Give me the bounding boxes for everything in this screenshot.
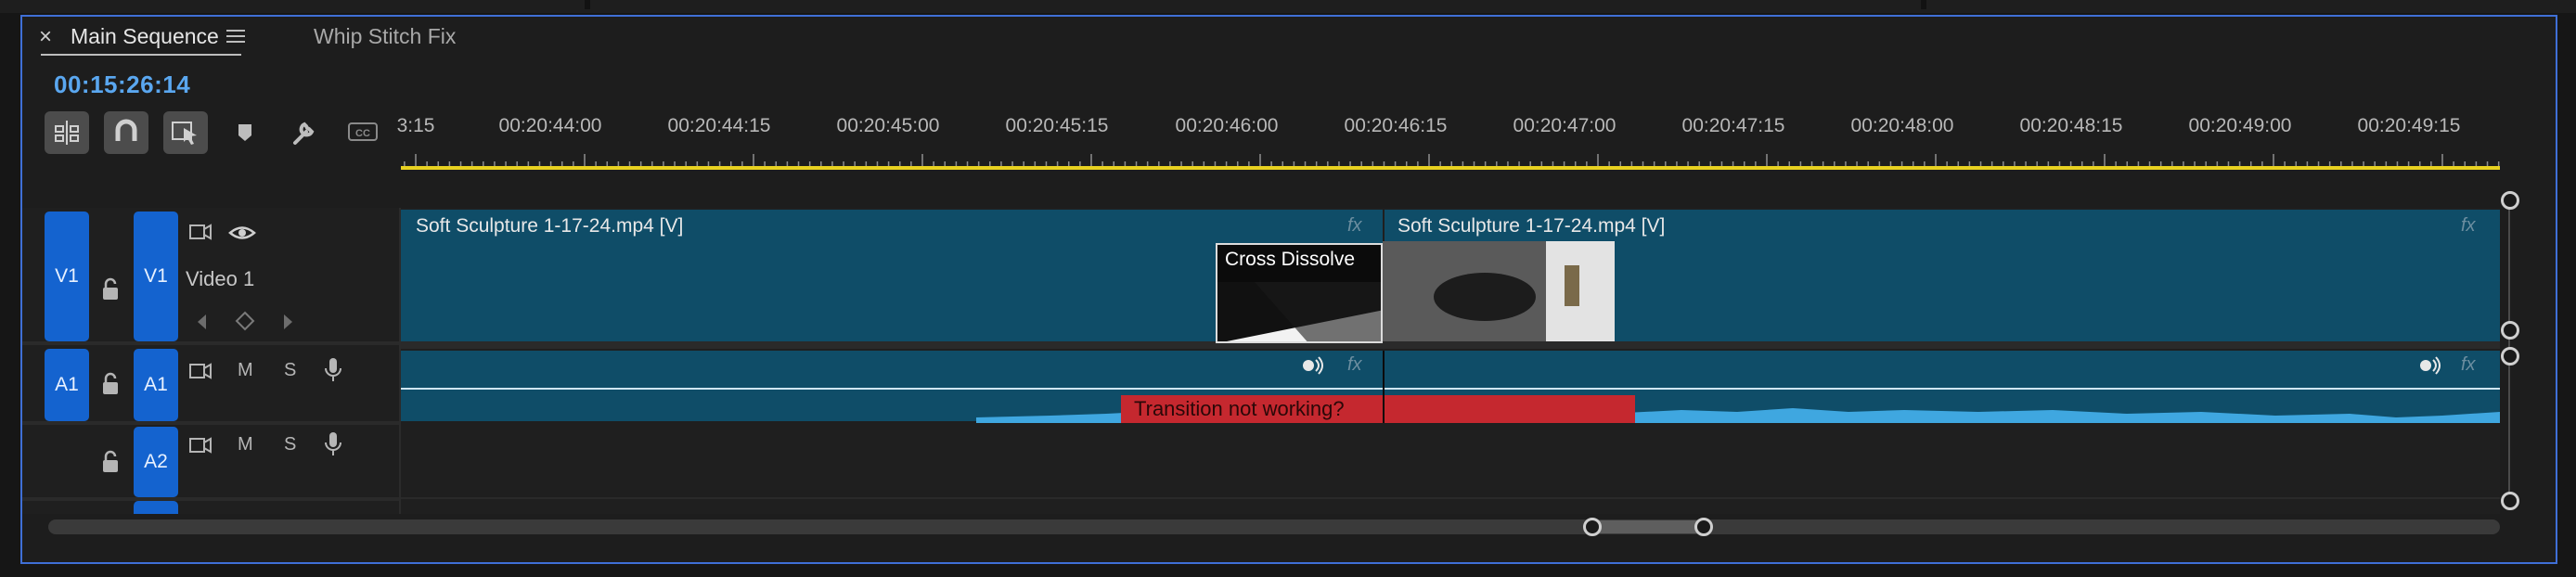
work-area-bar[interactable] — [401, 166, 2500, 170]
fx-badge-icon[interactable]: fx — [2461, 354, 2476, 376]
ruler-label: 00:20:48:00 — [1850, 115, 1954, 136]
ruler-label: 00:20:45:15 — [1005, 115, 1109, 136]
zoom-scroll-thumb[interactable] — [1592, 520, 1706, 533]
zoom-handle-left-icon[interactable] — [1583, 518, 1602, 536]
linked-selection-button[interactable] — [163, 111, 208, 154]
track-target-a2[interactable]: A2 — [134, 427, 178, 497]
mute-track-button[interactable]: M — [238, 434, 253, 455]
audio-effect-icon[interactable] — [2418, 356, 2442, 375]
insert-sequence-nested-icon — [45, 111, 89, 169]
wrench-settings-icon[interactable] — [288, 117, 319, 148]
playhead-timecode[interactable]: 00:15:26:14 — [54, 71, 190, 99]
track-target-v1[interactable]: V1 — [134, 212, 178, 341]
fx-badge-icon[interactable]: fx — [2461, 215, 2476, 237]
track-divider — [401, 341, 2500, 349]
panel-menu-icon[interactable] — [226, 26, 245, 46]
ruler-label: 3:15 — [396, 115, 435, 136]
track-target-a3[interactable] — [134, 501, 178, 514]
annotation-text: Transition not working? — [1134, 397, 1345, 420]
ruler-label: 00:20:44:00 — [498, 115, 602, 136]
track-divider — [401, 497, 2500, 499]
source-patch-v1[interactable]: V1 — [45, 212, 89, 341]
top-panel-strip — [0, 0, 2576, 13]
add-marker-icon[interactable] — [234, 119, 256, 147]
track-divider[interactable] — [22, 421, 401, 425]
vertical-scrollbar[interactable] — [2508, 193, 2510, 499]
clip-name: Soft Sculpture 1-17-24.mp4 [V] — [1397, 215, 1666, 237]
transition-label: Cross Dissolve — [1225, 249, 1356, 270]
track-target-a1[interactable]: A1 — [134, 349, 178, 421]
track-divider[interactable] — [22, 341, 401, 345]
time-ruler[interactable]: 3:15 00:20:44:00 00:20:44:15 00:20:45:00… — [397, 115, 2500, 143]
mute-track-button[interactable]: M — [238, 360, 253, 381]
panel-divider[interactable] — [1921, 0, 1926, 9]
source-patch-a1[interactable]: A1 — [45, 349, 89, 421]
captions-icon[interactable]: CC — [347, 121, 379, 143]
zoom-handle-right-icon[interactable] — [1694, 518, 1713, 536]
track-lock-icon[interactable] — [100, 449, 121, 475]
add-keyframe-icon[interactable] — [234, 310, 256, 332]
scroll-handle-icon[interactable] — [2501, 191, 2519, 210]
clip-thumbnail — [1383, 241, 1615, 341]
track-lock-icon[interactable] — [100, 371, 121, 397]
fx-badge-icon[interactable]: fx — [1347, 215, 1362, 237]
ruler-label: 00:20:46:00 — [1175, 115, 1279, 136]
tab-main-sequence[interactable]: Main Sequence — [71, 24, 219, 49]
solo-track-button[interactable]: S — [284, 434, 296, 455]
linked-selection-icon — [163, 111, 208, 169]
ruler-label: 00:20:49:00 — [2188, 115, 2292, 136]
close-tab-icon[interactable]: × — [39, 24, 52, 50]
voice-over-record-icon[interactable] — [323, 430, 343, 458]
solo-track-button[interactable]: S — [284, 360, 296, 381]
ruler-label: 00:20:47:15 — [1681, 115, 1785, 136]
toggle-track-output-eye-icon[interactable] — [228, 223, 256, 243]
ruler-label: 00:20:46:15 — [1344, 115, 1448, 136]
ruler-label: 00:20:49:15 — [2357, 115, 2461, 136]
voice-over-record-icon[interactable] — [323, 356, 343, 384]
next-keyframe-icon[interactable] — [282, 312, 295, 332]
svg-text:CC: CC — [355, 128, 370, 139]
track-lock-icon[interactable] — [100, 276, 121, 302]
previous-keyframe-icon[interactable] — [195, 312, 208, 332]
audio-effect-icon[interactable] — [1301, 356, 1325, 375]
edit-point[interactable] — [1383, 351, 1385, 423]
panel-divider[interactable] — [585, 0, 590, 9]
scroll-handle-icon[interactable] — [2501, 347, 2519, 365]
fx-badge-icon[interactable]: fx — [1347, 354, 1362, 376]
insert-sequence-nested-button[interactable] — [45, 111, 89, 154]
track-name-video-1[interactable]: Video 1 — [186, 267, 254, 291]
snap-button[interactable] — [104, 111, 148, 154]
sync-lock-icon[interactable] — [187, 434, 213, 456]
active-tab-underline — [41, 54, 241, 56]
horizontal-zoom-scrollbar[interactable] — [48, 519, 2500, 534]
sync-lock-icon[interactable] — [187, 221, 213, 243]
ruler-label: 00:20:48:15 — [2019, 115, 2123, 136]
track-divider[interactable] — [22, 497, 401, 501]
ruler-label: 00:20:47:00 — [1513, 115, 1616, 136]
ruler-label: 00:20:45:00 — [836, 115, 940, 136]
tab-whip-stitch-fix[interactable]: Whip Stitch Fix — [314, 24, 456, 49]
ruler-label: 00:20:44:15 — [667, 115, 771, 136]
scroll-handle-icon[interactable] — [2501, 321, 2519, 340]
clip-name: Soft Sculpture 1-17-24.mp4 [V] — [416, 215, 684, 237]
sync-lock-icon[interactable] — [187, 360, 213, 382]
scroll-handle-icon[interactable] — [2501, 492, 2519, 510]
snap-magnet-icon — [104, 111, 148, 169]
